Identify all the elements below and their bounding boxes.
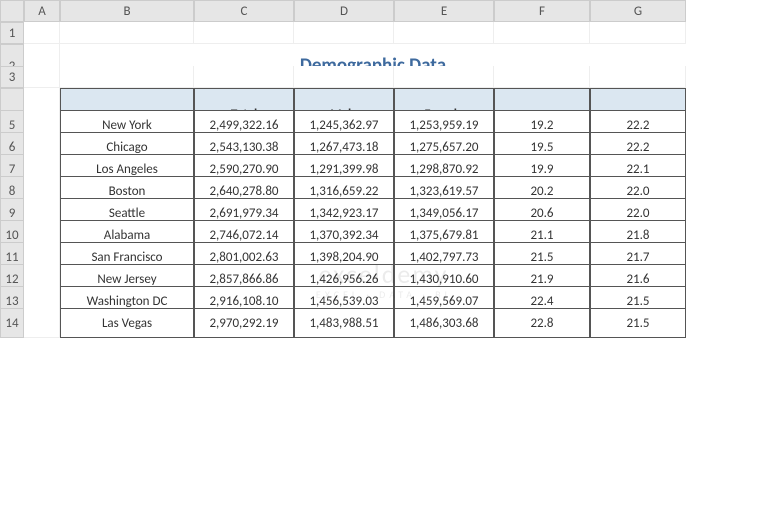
col-header-B[interactable]: B: [60, 0, 194, 22]
table-cell-incMale[interactable]: 22.8: [494, 308, 590, 338]
table-cell-female[interactable]: 1,486,303.68: [394, 308, 494, 338]
cell[interactable]: [24, 22, 60, 44]
cell[interactable]: [60, 22, 194, 44]
col-header-C[interactable]: C: [194, 0, 294, 22]
col-header-E[interactable]: E: [394, 0, 494, 22]
cell[interactable]: [60, 66, 194, 88]
cell[interactable]: [494, 66, 590, 88]
spreadsheet-grid: ABCDEFG12Demographic Data34CityTotal Pop…: [0, 0, 767, 330]
col-header-A[interactable]: A: [24, 0, 60, 22]
cell[interactable]: [24, 66, 60, 88]
row-header-3[interactable]: 3: [0, 66, 24, 88]
col-header-D[interactable]: D: [294, 0, 394, 22]
cell[interactable]: [394, 66, 494, 88]
table-cell-male[interactable]: 1,483,988.51: [294, 308, 394, 338]
row-header-14[interactable]: 14: [0, 308, 24, 338]
table-cell-incFemale[interactable]: 21.5: [590, 308, 686, 338]
cell[interactable]: [494, 22, 590, 44]
cell[interactable]: [590, 22, 686, 44]
cell[interactable]: [194, 22, 294, 44]
cell[interactable]: [394, 22, 494, 44]
col-header-G[interactable]: G: [590, 0, 686, 22]
row-header-1[interactable]: 1: [0, 22, 24, 44]
cell[interactable]: [294, 66, 394, 88]
cell[interactable]: [24, 308, 60, 338]
select-all-corner[interactable]: [0, 0, 24, 22]
table-cell-total[interactable]: 2,970,292.19: [194, 308, 294, 338]
cell[interactable]: [194, 66, 294, 88]
table-cell-city[interactable]: Las Vegas: [60, 308, 194, 338]
col-header-F[interactable]: F: [494, 0, 590, 22]
cell[interactable]: [294, 22, 394, 44]
cell[interactable]: [590, 66, 686, 88]
